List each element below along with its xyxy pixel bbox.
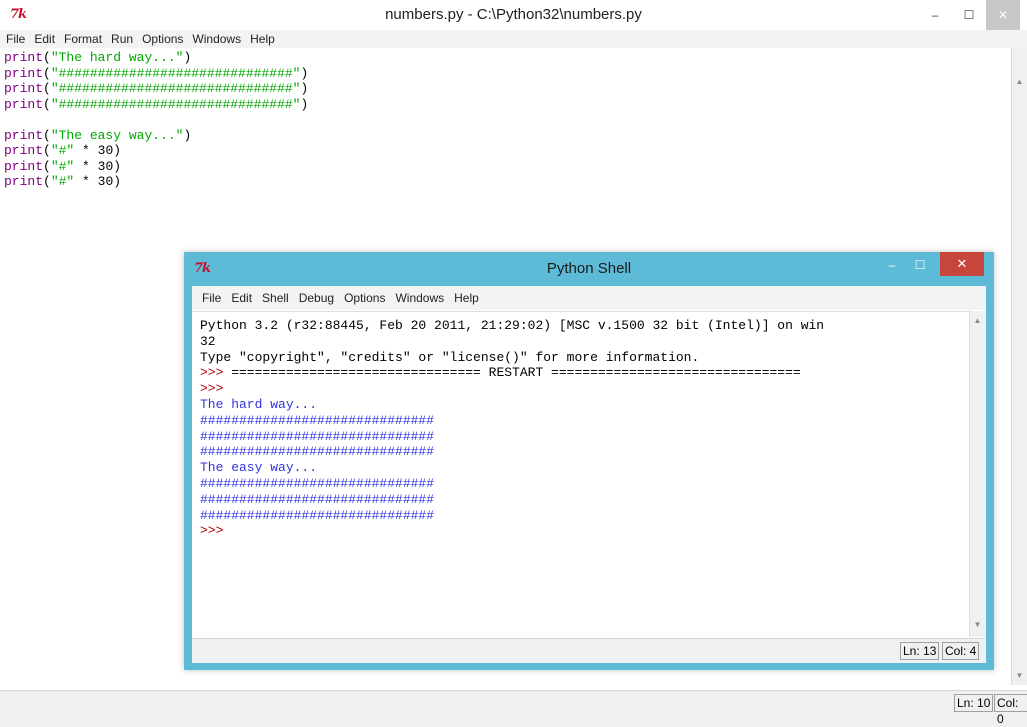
- shell-line: ##############################: [200, 412, 435, 428]
- shell-menu-file[interactable]: File: [202, 291, 221, 305]
- code-rest: * 30): [74, 158, 122, 174]
- shell-scrollbar[interactable]: ▲ ▼: [969, 311, 986, 637]
- scroll-up-icon[interactable]: ▲: [1012, 74, 1027, 90]
- shell-title: Python Shell: [546, 260, 632, 277]
- code-rest: ): [183, 50, 192, 65]
- minimize-button[interactable]: –: [918, 0, 952, 30]
- shell-output[interactable]: Python 3.2 (r32:88445, Feb 20 2011, 21:2…: [192, 311, 970, 638]
- shell-close-button[interactable]: ✕: [940, 252, 984, 276]
- code-area[interactable]: print("The hard way...") print("#########…: [0, 48, 1012, 190]
- shell-menu-debug[interactable]: Debug: [299, 291, 334, 305]
- code-paren: (: [43, 158, 51, 174]
- code-string: "##############################": [50, 96, 301, 112]
- editor-titlebar[interactable]: 7k numbers.py - C:\Python32\numbers.py –…: [0, 0, 1027, 30]
- code-line[interactable]: print("#" * 30): [4, 143, 1012, 159]
- close-button[interactable]: ✕: [986, 0, 1020, 30]
- shell-line: ##############################: [200, 444, 435, 460]
- code-keyword: print: [4, 174, 44, 189]
- shell-menu-edit[interactable]: Edit: [231, 291, 252, 305]
- shell-line: ##############################: [200, 475, 435, 491]
- code-line[interactable]: print("##############################"): [4, 97, 1012, 113]
- code-string: "#": [50, 158, 75, 174]
- shell-line: >>>: [200, 523, 224, 539]
- shell-body: File Edit Shell Debug Options Windows Help Pyt…: [192, 286, 986, 663]
- editor-menubar: File Edit Format Run Options Windows Help: [0, 30, 1027, 48]
- code-keyword: print: [4, 127, 44, 143]
- code-keyword: print: [4, 143, 44, 158]
- code-rest: ): [300, 65, 309, 81]
- code-rest: ): [183, 127, 192, 143]
- code-paren: (: [43, 127, 51, 143]
- code-line[interactable]: print("##############################"): [4, 81, 1012, 97]
- shell-line: Type "copyright", "credits" or "license(…: [200, 349, 700, 365]
- python-shell-window: 7k Python Shell – ☐ ✕ File Edit Shell Debug…: [184, 252, 994, 670]
- code-paren: (: [43, 81, 51, 96]
- code-paren: (: [43, 96, 51, 112]
- shell-line: >>> ================================ RES…: [200, 365, 801, 381]
- shell-line: Python 3.2 (r32:88445, Feb 20 2011, 21:2…: [200, 318, 825, 333]
- code-string: "The hard way...": [50, 50, 184, 65]
- shell-output-text[interactable]: Python 3.2 (r32:88445, Feb 20 2011, 21:2…: [192, 312, 970, 539]
- code-paren: (: [43, 50, 51, 65]
- menu-file[interactable]: File: [6, 32, 25, 46]
- scroll-down-icon[interactable]: ▼: [1012, 668, 1027, 684]
- shell-line: The hard way...: [200, 396, 318, 412]
- shell-line: ##############################: [200, 428, 435, 444]
- code-rest: ): [300, 81, 309, 96]
- shell-line: >>>: [200, 381, 224, 397]
- shell-menu-options[interactable]: Options: [344, 291, 385, 305]
- code-string: "##############################": [50, 65, 301, 81]
- code-string: "##############################": [50, 81, 301, 96]
- shell-status-line: Ln: 13: [900, 642, 940, 660]
- editor-title: numbers.py - C:\Python32\numbers.py: [385, 6, 642, 23]
- shell-titlebar[interactable]: 7k Python Shell – ☐ ✕: [184, 252, 994, 286]
- code-keyword: print: [4, 96, 44, 112]
- shell-menubar: File Edit Shell Debug Options Windows Help: [192, 286, 986, 310]
- code-paren: (: [43, 65, 51, 81]
- shell-line: The easy way...: [200, 460, 318, 476]
- menu-run[interactable]: Run: [111, 32, 133, 46]
- code-paren: (: [43, 143, 51, 158]
- status-col: Col: 0: [994, 694, 1027, 726]
- shell-minimize-button[interactable]: –: [880, 256, 904, 274]
- shell-line: ##############################: [200, 507, 435, 523]
- code-string: "The easy way...": [50, 127, 184, 143]
- code-keyword: print: [4, 158, 44, 174]
- menu-edit[interactable]: Edit: [34, 32, 55, 46]
- code-paren: (: [43, 174, 51, 189]
- shell-menu-help[interactable]: Help: [454, 291, 479, 305]
- shell-line: 32: [200, 333, 216, 349]
- code-line[interactable]: print("##############################"): [4, 66, 1012, 82]
- code-keyword: print: [4, 81, 44, 96]
- shell-statusbar: Ln: 13 Col: 4: [192, 638, 986, 663]
- shell-menu-windows[interactable]: Windows: [395, 291, 444, 305]
- code-line[interactable]: print("#" * 30): [4, 174, 1012, 190]
- code-keyword: print: [4, 50, 44, 65]
- shell-maximize-button[interactable]: ☐: [908, 256, 932, 274]
- code-line[interactable]: print("The easy way..."): [4, 128, 1012, 144]
- editor-scrollbar[interactable]: ▲ ▼: [1011, 48, 1027, 685]
- status-line: Ln: 10: [954, 694, 994, 712]
- menu-help[interactable]: Help: [250, 32, 275, 46]
- maximize-button[interactable]: ☐: [952, 0, 986, 30]
- menu-options[interactable]: Options: [142, 32, 183, 46]
- shell-status-col: Col: 4: [942, 642, 980, 660]
- menu-format[interactable]: Format: [64, 32, 102, 46]
- code-keyword: print: [4, 65, 44, 81]
- menu-windows[interactable]: Windows: [192, 32, 241, 46]
- code-line[interactable]: ​: [4, 112, 1012, 128]
- editor-statusbar: Ln: 10 Col: 0: [0, 690, 1027, 726]
- code-line[interactable]: print("The hard way..."): [4, 50, 1012, 66]
- shell-scroll-down-icon[interactable]: ▼: [970, 617, 985, 633]
- shell-scroll-up-icon[interactable]: ▲: [970, 313, 985, 329]
- code-rest: * 30): [74, 174, 122, 189]
- shell-menu-shell[interactable]: Shell: [262, 291, 289, 305]
- shell-line: ##############################: [200, 491, 435, 507]
- code-rest: * 30): [74, 143, 122, 158]
- code-rest: ): [300, 96, 309, 112]
- code-line[interactable]: print("#" * 30): [4, 159, 1012, 175]
- code-string: "#": [50, 174, 75, 189]
- code-string: "#": [50, 143, 75, 158]
